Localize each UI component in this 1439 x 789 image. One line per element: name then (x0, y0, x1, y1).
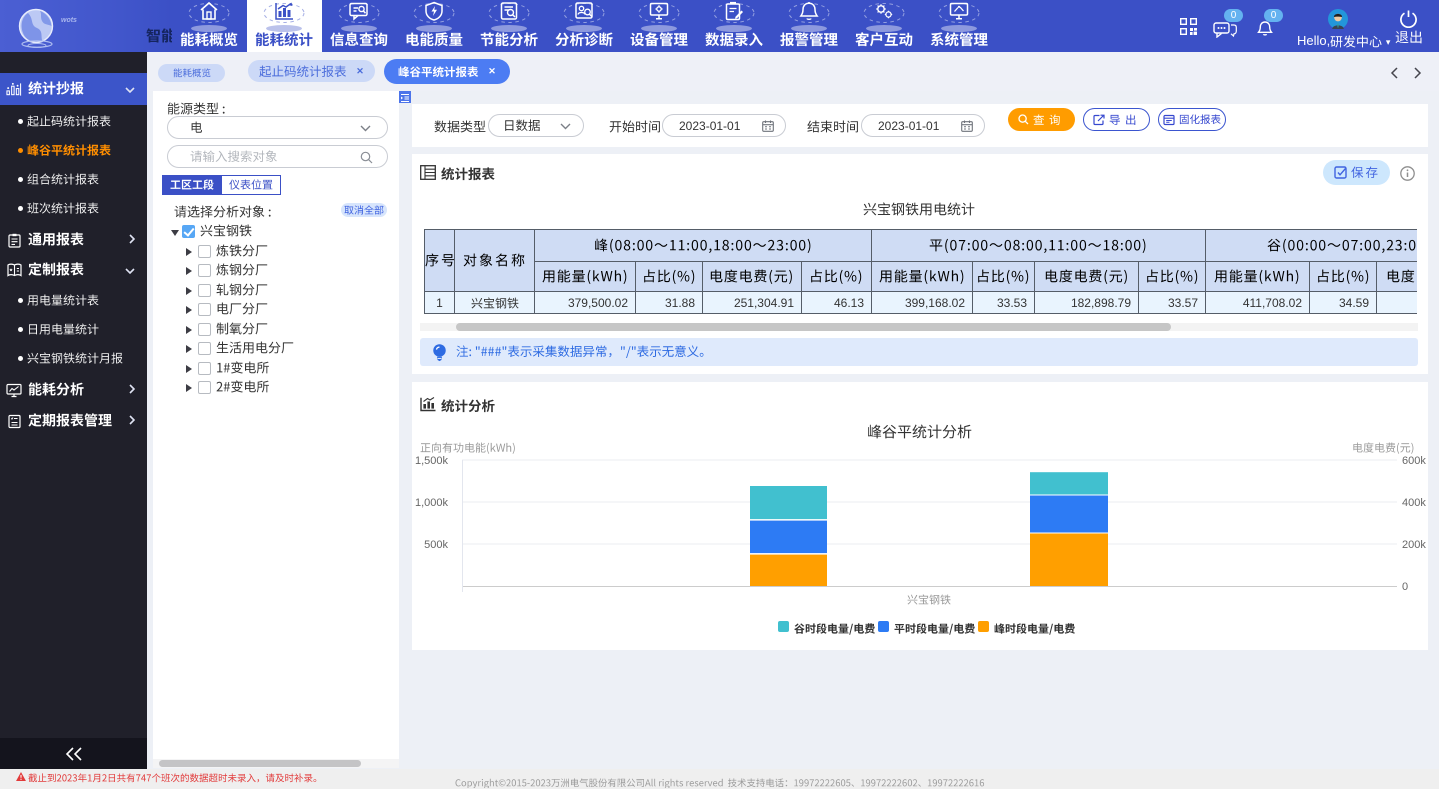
svg-text:200k: 200k (1402, 539, 1426, 551)
svg-text:0: 0 (1402, 581, 1408, 593)
svg-text:600k: 600k (1402, 455, 1426, 467)
svg-text:500k: 500k (424, 539, 448, 551)
svg-text:1,500k: 1,500k (415, 455, 449, 467)
svg-text:400k: 400k (1402, 497, 1426, 509)
svg-text:1,000k: 1,000k (415, 497, 449, 509)
